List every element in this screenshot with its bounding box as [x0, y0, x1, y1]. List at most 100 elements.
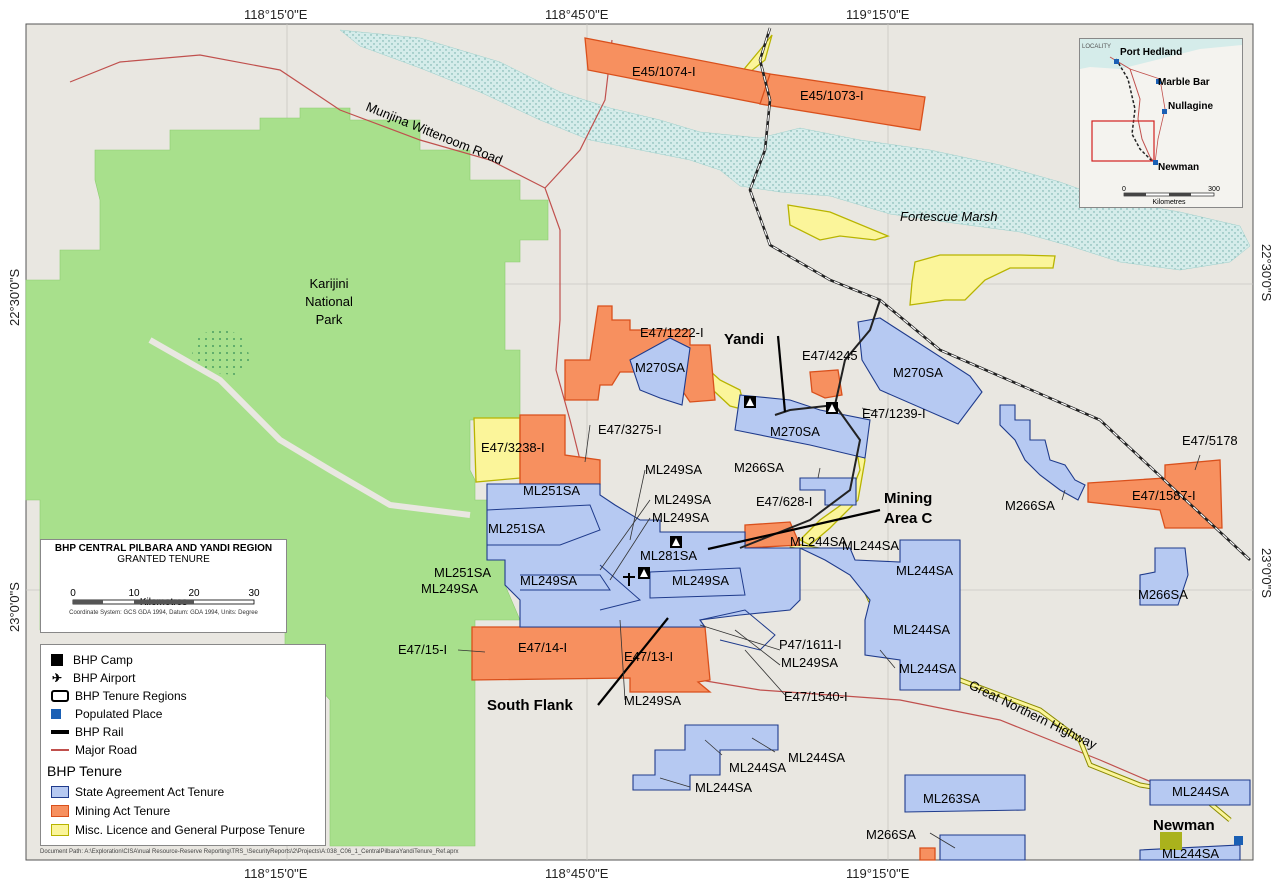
scale-tick: 20	[188, 588, 200, 599]
coord-bottom-1: 118°15'0"E	[244, 866, 308, 881]
tenure-label: ML244SA	[899, 661, 956, 676]
legend-item-populated-place: Populated Place	[51, 705, 162, 723]
coord-bottom-3: 119°15'0"E	[846, 866, 910, 881]
karijini-label-1: Karijini	[309, 276, 348, 291]
inset-scale-tick: 300	[1208, 186, 1220, 193]
mac-label-2: Area C	[884, 510, 933, 527]
tenure-label: ML249SA	[624, 693, 681, 708]
place-icon	[51, 709, 61, 719]
tenure-label: M266SA	[866, 827, 916, 842]
tenure-region-icon	[51, 690, 69, 702]
camp-icon	[670, 536, 682, 548]
karijini-label-2: National	[305, 294, 353, 309]
tenure-label: M266SA	[734, 460, 784, 475]
newman-place-marker	[1234, 836, 1243, 845]
tenure-label: M270SA	[635, 360, 685, 375]
coord-left-1: 22°30'0"S	[7, 269, 22, 326]
tenure-label: E47/1540-I	[784, 689, 848, 704]
karijini-label-3: Park	[316, 312, 343, 327]
legend: BHP Camp ✈ BHP Airport BHP Tenure Region…	[40, 644, 326, 846]
coord-top-1: 118°15'0"E	[244, 7, 308, 22]
inset-place: Port Hedland	[1120, 47, 1182, 58]
misc-swatch	[51, 824, 69, 836]
inset-place: Nullagine	[1168, 101, 1213, 112]
tenure-label: ML244SA	[896, 563, 953, 578]
tenure-label: ML249SA	[652, 510, 709, 525]
legend-item-misc: Misc. Licence and General Purpose Tenure	[51, 821, 305, 839]
locality-inset: LOCALITY Port Hedland Marble Bar Nullagi…	[1079, 38, 1243, 208]
legend-item-mining: Mining Act Tenure	[51, 802, 170, 820]
legend-item-state: State Agreement Act Tenure	[51, 783, 224, 801]
mining-swatch	[51, 805, 69, 817]
tenure-label: ML249SA	[520, 573, 577, 588]
tenure-label: E47/628-I	[756, 494, 812, 509]
map-frame: 118°15'0"E 118°45'0"E 119°15'0"E 118°15'…	[0, 0, 1277, 887]
tenure-label: ML249SA	[781, 655, 838, 670]
legend-label: State Agreement Act Tenure	[75, 785, 225, 799]
tenure-label: E45/1074-I	[632, 64, 696, 79]
tenure-label: ML251SA	[523, 483, 580, 498]
inset-place: Newman	[1158, 162, 1199, 173]
newman-orange	[919, 847, 936, 861]
tenure-label: E47/1587-I	[1132, 488, 1196, 503]
tenure-label: M266SA	[1138, 587, 1188, 602]
tenure-label: E47/1239-I	[862, 406, 926, 421]
tenure-label: E47/15-I	[398, 642, 447, 657]
coord-top-2: 118°45'0"E	[545, 7, 609, 22]
camp-icon	[51, 654, 63, 666]
title-box: BHP CENTRAL PILBARA AND YANDI REGION GRA…	[40, 539, 287, 633]
tenure-label: ML263SA	[923, 791, 980, 806]
tenure-label: ML251SA	[488, 521, 545, 536]
newman-label: Newman	[1153, 817, 1215, 834]
tenure-label: ML244SA	[729, 760, 786, 775]
yandi-label: Yandi	[724, 331, 764, 348]
tenure-label: ML244SA	[1162, 846, 1219, 861]
inset-place: Marble Bar	[1158, 77, 1210, 88]
tenure-label: ML251SA	[434, 565, 491, 580]
legend-item-camp: BHP Camp	[51, 651, 133, 669]
inset-locality-label: LOCALITY	[1082, 44, 1111, 50]
legend-label: Mining Act Tenure	[75, 804, 171, 818]
tenure-label: ML249SA	[421, 581, 478, 596]
legend-label: Misc. Licence and General Purpose Tenure	[75, 823, 305, 837]
camp-icon	[826, 402, 838, 414]
tenure-label: ML244SA	[790, 534, 847, 549]
document-path: Document Path: A:\Exploration\CISA\nual …	[40, 849, 459, 855]
south-flank-label: South Flank	[487, 697, 573, 714]
legend-item-road: Major Road	[51, 741, 137, 759]
state-swatch	[51, 786, 69, 798]
coord-bottom-2: 118°45'0"E	[545, 866, 609, 881]
inset-scale-tick: 0	[1122, 186, 1126, 193]
tenure-label: ML249SA	[672, 573, 729, 588]
legend-label: BHP Camp	[73, 653, 133, 667]
legend-item-airport: ✈ BHP Airport	[51, 669, 136, 687]
rail-icon	[51, 730, 69, 734]
coord-top-3: 119°15'0"E	[846, 7, 910, 22]
legend-label: BHP Airport	[73, 671, 136, 685]
tenure-label: M266SA	[1005, 498, 1055, 513]
coord-right-2: 23°0'0"S	[1259, 548, 1274, 598]
map-title: BHP CENTRAL PILBARA AND YANDI REGION	[54, 543, 273, 554]
tenure-label: E47/14-I	[518, 640, 567, 655]
tenure-label: ML244SA	[1172, 784, 1229, 799]
tenure-label: P47/1611-I	[779, 637, 842, 652]
tenure-label: ML244SA	[842, 538, 899, 553]
road-icon	[51, 749, 69, 751]
legend-label: BHP Rail	[75, 725, 124, 739]
tenure-label: ML244SA	[893, 622, 950, 637]
camp-icon	[744, 396, 756, 408]
tenure-label: E47/5178	[1182, 433, 1238, 448]
tenure-label: ML249SA	[645, 462, 702, 477]
tenure-label: M270SA	[893, 365, 943, 380]
map-subtitle: GRANTED TENURE	[117, 554, 210, 565]
inset-scale-unit: Kilometres	[1152, 199, 1186, 206]
airport-icon: ✈	[51, 671, 63, 685]
scale-tick: 10	[128, 588, 140, 599]
tenure-label: ML249SA	[654, 492, 711, 507]
legend-label: Populated Place	[75, 707, 163, 721]
tenure-label: E47/13-I	[624, 649, 673, 664]
legend-item-tenure-regions: BHP Tenure Regions	[51, 687, 187, 705]
tenure-label: E47/3238-I	[481, 440, 545, 455]
inset-map: LOCALITY Port Hedland Marble Bar Nullagi…	[1080, 39, 1242, 207]
tenure-label: ML281SA	[640, 548, 697, 563]
